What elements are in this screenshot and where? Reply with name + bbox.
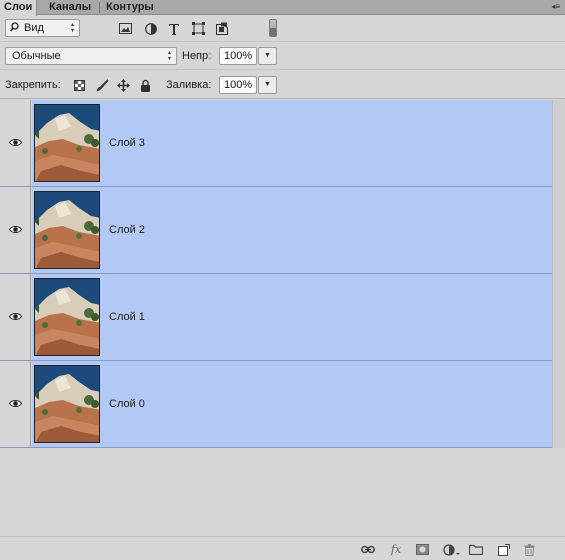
visibility-cell[interactable] (0, 187, 31, 273)
filter-toggle-switch[interactable] (269, 19, 277, 37)
fx-icon[interactable]: fx (389, 543, 403, 556)
bottom-toolbar: fx (0, 536, 565, 560)
layer-row[interactable]: Слой 1 (0, 274, 552, 361)
layer-name[interactable]: Слой 2 (109, 224, 145, 237)
filter-kind-select[interactable]: Вид ▴ ▾ (5, 19, 80, 37)
layers-empty-area[interactable] (0, 448, 552, 536)
link-layers-icon[interactable] (361, 543, 375, 556)
add-mask-icon[interactable] (415, 543, 429, 556)
layer-name[interactable]: Слой 1 (109, 311, 145, 324)
eye-icon[interactable] (9, 312, 22, 321)
layer-name[interactable]: Слой 0 (109, 398, 145, 411)
opacity-input[interactable]: 100% (219, 47, 257, 65)
layer-thumbnail[interactable] (34, 191, 100, 269)
panel-menu-icon[interactable]: ◂≡ (546, 1, 560, 12)
layer-thumbnail[interactable] (34, 365, 100, 443)
eye-icon[interactable] (9, 399, 22, 408)
lock-all-icon[interactable] (139, 79, 152, 92)
lock-transparent-icon[interactable] (73, 79, 86, 92)
layer-row[interactable]: Слой 0 (0, 361, 552, 448)
layers-list: Слой 3 Слой 2 Слой 1 Слой 0 (0, 100, 552, 448)
lock-row: Закрепить: Заливка: 100% ▼ (0, 71, 565, 99)
filter-kind-label: Вид (24, 22, 44, 34)
blend-mode-value: Обычные (12, 50, 61, 62)
visibility-cell[interactable] (0, 100, 31, 186)
layer-name[interactable]: Слой 3 (109, 137, 145, 150)
spinner-arrows-icon: ▴ ▾ (167, 50, 171, 62)
spinner-arrows-icon: ▴ ▾ (70, 22, 74, 34)
shape-filter-icon[interactable] (192, 22, 205, 35)
lock-position-icon[interactable] (117, 79, 130, 92)
visibility-cell[interactable] (0, 274, 31, 360)
blend-mode-select[interactable]: Обычные ▴ ▾ (5, 47, 177, 65)
tab-layers[interactable]: Слои (0, 0, 38, 16)
layer-thumbnail[interactable] (34, 278, 100, 356)
type-filter-icon[interactable] (167, 22, 180, 35)
search-icon (10, 22, 19, 36)
fill-label: Заливка: (166, 79, 212, 91)
adjustment-layer-icon[interactable] (443, 543, 461, 556)
tab-separator (99, 2, 100, 13)
filter-row: Вид ▴ ▾ (0, 15, 565, 42)
layer-main[interactable]: Слой 3 (32, 100, 552, 186)
eye-icon[interactable] (9, 225, 22, 234)
opacity-label: Непр: (182, 50, 212, 62)
layer-main[interactable]: Слой 0 (32, 361, 552, 447)
visibility-cell[interactable] (0, 361, 31, 447)
fill-dropdown-button[interactable]: ▼ (258, 76, 277, 94)
tab-paths[interactable]: Контуры (102, 0, 158, 15)
fill-input[interactable]: 100% (219, 76, 257, 94)
smart-object-filter-icon[interactable] (215, 22, 228, 35)
image-filter-icon[interactable] (119, 22, 132, 35)
adjustment-filter-icon[interactable] (144, 22, 157, 35)
lock-label: Закрепить: (5, 79, 61, 91)
layer-main[interactable]: Слой 1 (32, 274, 552, 360)
lock-image-icon[interactable] (96, 79, 109, 92)
scrollbar[interactable] (552, 100, 565, 448)
layer-row[interactable]: Слой 3 (0, 100, 552, 187)
layer-main[interactable]: Слой 2 (32, 187, 552, 273)
layer-row[interactable]: Слой 2 (0, 187, 552, 274)
delete-layer-icon[interactable] (522, 543, 536, 556)
new-group-icon[interactable] (469, 543, 483, 556)
new-layer-icon[interactable] (497, 543, 511, 556)
layer-thumbnail[interactable] (34, 104, 100, 182)
tab-channels[interactable]: Каналы (45, 0, 95, 15)
eye-icon[interactable] (9, 138, 22, 147)
panel-tabbar: Слои Каналы Контуры ◂≡ (0, 0, 565, 16)
blend-row: Обычные ▴ ▾ Непр: 100% ▼ (0, 43, 565, 70)
opacity-dropdown-button[interactable]: ▼ (258, 47, 277, 65)
